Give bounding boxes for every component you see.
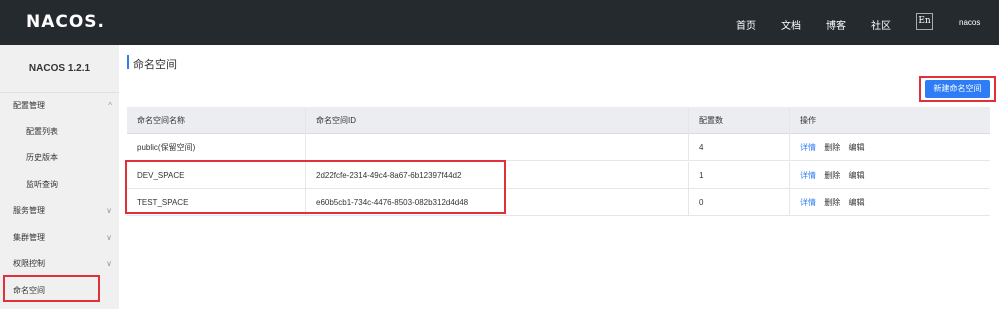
create-namespace-button[interactable]: 新建命名空间 bbox=[925, 80, 990, 98]
sidebar-item-cluster-management[interactable]: 集群管理 ∨ bbox=[0, 225, 119, 251]
sidebar-item-label: 配置管理 bbox=[13, 101, 45, 110]
chevron-down-icon: ∨ bbox=[106, 259, 112, 268]
edit-link[interactable]: 编辑 bbox=[848, 198, 864, 207]
namespace-name: public(保留空间) bbox=[137, 143, 196, 152]
nacos-logo[interactable]: NACOS. bbox=[26, 12, 105, 32]
column-header: 操作 bbox=[789, 107, 990, 134]
column-header: 命名空间名称 bbox=[137, 116, 185, 125]
language-toggle-button[interactable]: En bbox=[916, 13, 933, 30]
version-label: NACOS 1.2.1 bbox=[0, 45, 119, 93]
sidebar-item-label: 服务管理 bbox=[13, 206, 45, 215]
sidebar-item-config-management[interactable]: 配置管理 ^ bbox=[0, 93, 119, 119]
delete-link[interactable]: 删除 bbox=[824, 198, 840, 207]
row-actions: 详情 删除 编辑 bbox=[789, 189, 990, 216]
sidebar-item-label: 集群管理 bbox=[13, 233, 45, 242]
highlight-box bbox=[3, 275, 100, 302]
delete-link[interactable]: 删除 bbox=[824, 143, 840, 152]
sidebar-item-label: 监听查询 bbox=[26, 180, 58, 189]
chevron-down-icon: ∨ bbox=[106, 233, 112, 242]
page-title: 命名空间 bbox=[133, 59, 177, 71]
delete-link[interactable]: 删除 bbox=[824, 171, 840, 180]
highlight-box bbox=[125, 160, 506, 214]
sidebar-item-label: 历史版本 bbox=[26, 153, 58, 162]
sidebar-item-service-management[interactable]: 服务管理 ∨ bbox=[0, 198, 119, 224]
top-navbar: NACOS. 首页 文档 博客 社区 En nacos bbox=[0, 0, 999, 45]
detail-link[interactable]: 详情 bbox=[800, 171, 816, 180]
title-accent-bar bbox=[127, 55, 129, 69]
edit-link[interactable]: 编辑 bbox=[848, 171, 864, 180]
chevron-up-icon: ^ bbox=[108, 101, 112, 110]
nav-blog-link[interactable]: 博客 bbox=[826, 17, 846, 32]
table-row: public(保留空间) 4 详情 删除 编辑 bbox=[127, 134, 990, 161]
edit-link[interactable]: 编辑 bbox=[848, 143, 864, 152]
sidebar-item-access-control[interactable]: 权限控制 ∨ bbox=[0, 251, 119, 277]
config-count: 1 bbox=[688, 162, 789, 189]
column-header: 命名空间ID bbox=[305, 107, 688, 134]
sidebar-item-history[interactable]: 历史版本 bbox=[0, 145, 119, 171]
detail-link[interactable]: 详情 bbox=[800, 198, 816, 207]
main-content: 命名空间 新建命名空间 命名空间名称 命名空间ID 配置数 操作 public(… bbox=[119, 45, 999, 309]
sidebar-item-listener-query[interactable]: 监听查询 bbox=[0, 172, 119, 198]
nav-docs-link[interactable]: 文档 bbox=[781, 17, 801, 32]
namespace-id bbox=[305, 134, 688, 161]
nav-community-link[interactable]: 社区 bbox=[871, 17, 891, 32]
sidebar: NACOS 1.2.1 配置管理 ^ 配置列表 历史版本 监听查询 服务管理 ∨… bbox=[0, 45, 119, 309]
row-actions: 详情 删除 编辑 bbox=[789, 134, 990, 161]
nav-home-link[interactable]: 首页 bbox=[736, 17, 756, 32]
chevron-down-icon: ∨ bbox=[106, 206, 112, 215]
config-count: 0 bbox=[688, 189, 789, 216]
user-menu[interactable]: nacos bbox=[959, 18, 980, 27]
detail-link[interactable]: 详情 bbox=[800, 143, 816, 152]
column-header: 配置数 bbox=[688, 107, 789, 134]
table-header-row: 命名空间名称 命名空间ID 配置数 操作 bbox=[127, 107, 990, 134]
sidebar-item-config-list[interactable]: 配置列表 bbox=[0, 119, 119, 145]
row-actions: 详情 删除 编辑 bbox=[789, 162, 990, 189]
sidebar-item-label: 配置列表 bbox=[26, 127, 58, 136]
sidebar-item-label: 权限控制 bbox=[13, 259, 45, 268]
config-count: 4 bbox=[688, 134, 789, 161]
